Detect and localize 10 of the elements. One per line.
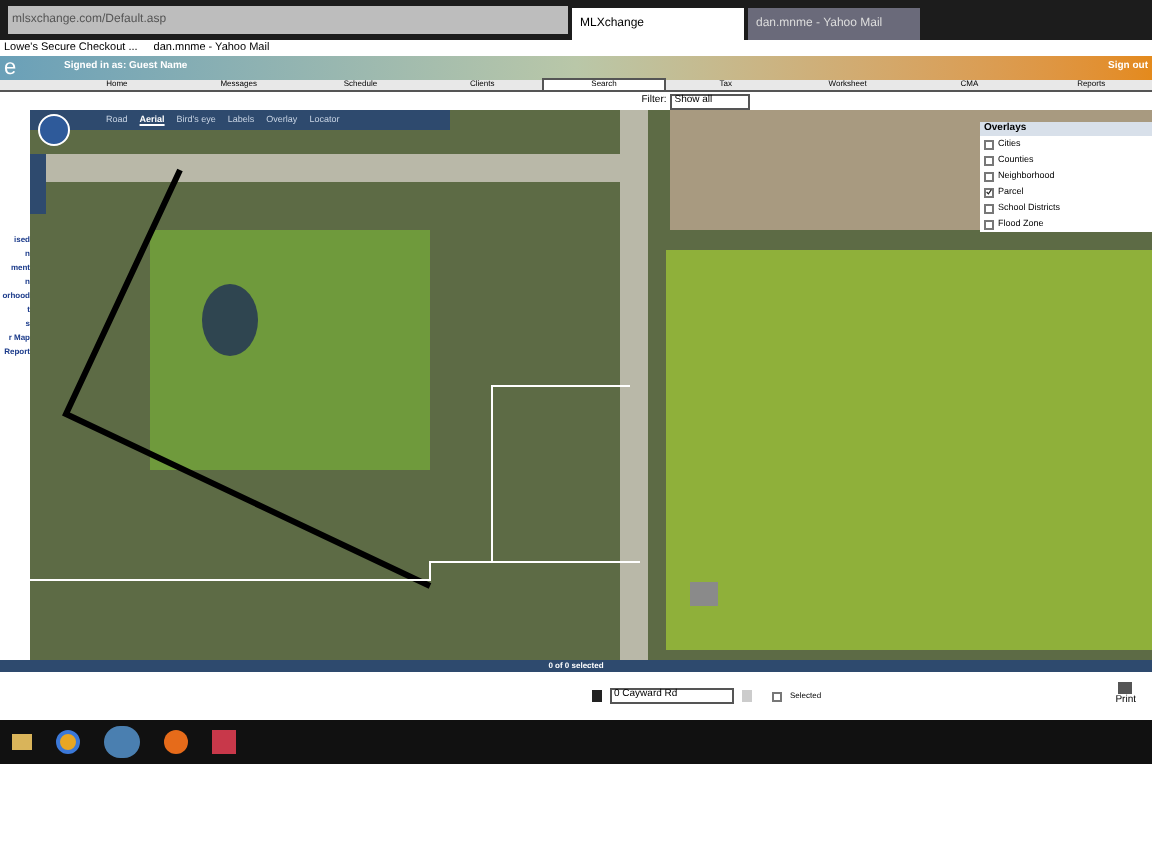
- overlay-checkbox[interactable]: [984, 219, 994, 229]
- overlay-checkbox[interactable]: [984, 139, 994, 149]
- browser-app-icon[interactable]: [164, 730, 188, 754]
- overlay-checkbox[interactable]: [984, 203, 994, 213]
- printer-icon: [1118, 682, 1133, 695]
- selected-checkbox[interactable]: [772, 691, 782, 701]
- overlay-checkbox[interactable]: [984, 171, 994, 181]
- logo: e: [4, 57, 19, 79]
- overlay-checkbox[interactable]: [984, 155, 994, 165]
- overlay-checkbox[interactable]: [984, 187, 994, 197]
